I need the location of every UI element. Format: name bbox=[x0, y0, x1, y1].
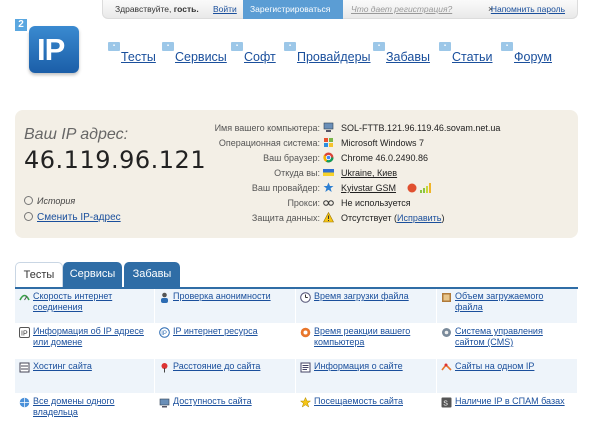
nav-item-forum[interactable]: ▪ Форум bbox=[501, 40, 552, 64]
star-icon bbox=[323, 182, 334, 192]
spam-icon: S bbox=[441, 397, 452, 408]
ip-info-icon: IP bbox=[19, 327, 30, 338]
ip-info-panel: Ваш IP адрес: 46.119.96.121 История Смен… bbox=[15, 110, 578, 238]
svg-text:IP: IP bbox=[21, 331, 28, 338]
site-info-icon bbox=[300, 362, 311, 373]
fix-link[interactable]: Исправить bbox=[397, 213, 441, 223]
login-link[interactable]: Войти bbox=[213, 4, 237, 14]
info-row-browser: Ваш браузер: Chrome 46.0.2490.86 bbox=[263, 152, 429, 163]
info-row-location: Откуда вы: Ukraine, Киев bbox=[274, 168, 398, 178]
service-item[interactable]: Хостинг сайта bbox=[15, 359, 155, 394]
logo-text: IP bbox=[37, 32, 65, 67]
svg-text:IP: IP bbox=[161, 331, 167, 337]
top-login-bar: Здравствуйте, гость. Войти Зарегистриров… bbox=[102, 0, 578, 19]
logo-badge: 2 bbox=[13, 17, 29, 33]
warning-icon bbox=[323, 212, 334, 223]
chrome-icon bbox=[323, 152, 334, 163]
anonymity-icon bbox=[161, 292, 168, 303]
hosting-icon bbox=[19, 362, 30, 373]
service-item[interactable]: Информация о сайте bbox=[296, 359, 437, 394]
windows-icon bbox=[324, 138, 333, 147]
providers-icon: ▪ bbox=[284, 42, 296, 51]
info-row-os: Операционная система: Microsoft Windows … bbox=[218, 138, 425, 148]
nav-item-services[interactable]: ▪ Сервисы bbox=[162, 40, 227, 64]
flag-icon bbox=[323, 169, 334, 176]
service-item[interactable]: Система управления сайтом (CMS) bbox=[437, 324, 578, 359]
service-item[interactable]: Время реакции вашего компьютера bbox=[296, 324, 437, 359]
nav-item-providers[interactable]: ▪ Провайдеры bbox=[284, 40, 371, 64]
file-size-icon bbox=[442, 293, 451, 302]
info-row-computer: Имя вашего компьютера: SOL-FTTB.121.96.1… bbox=[214, 122, 501, 133]
clock-icon bbox=[300, 292, 311, 303]
service-item[interactable]: Сайты на одном IP bbox=[437, 359, 578, 394]
service-item[interactable]: Расстояние до сайта bbox=[155, 359, 296, 394]
nav-item-articles[interactable]: ▪ Статьи bbox=[439, 40, 493, 64]
soft-icon: ▪ bbox=[231, 42, 243, 51]
domains-icon bbox=[19, 397, 30, 408]
service-item[interactable]: S Наличие IP в СПАМ базах bbox=[437, 394, 578, 429]
forum-icon: ▪ bbox=[501, 42, 513, 51]
service-item[interactable]: Скорость интернет соединения bbox=[15, 289, 155, 324]
svg-text:S: S bbox=[443, 400, 448, 407]
service-item[interactable]: Объем загружаемого файла bbox=[437, 289, 578, 324]
service-item[interactable]: Время загрузки файла bbox=[296, 289, 437, 324]
tab-tests[interactable]: Тесты bbox=[15, 262, 63, 288]
info-row-protection: Защита данных: Отсутствует (Исправить) bbox=[251, 212, 445, 223]
site-logo[interactable]: IP bbox=[29, 26, 79, 73]
greeting-text: Здравствуйте, гость. bbox=[115, 4, 199, 14]
tab-fun[interactable]: Забавы bbox=[124, 262, 180, 288]
pin-icon bbox=[161, 363, 168, 373]
nav-item-tests[interactable]: ▪ Тесты bbox=[108, 40, 156, 64]
availability-icon bbox=[159, 398, 170, 408]
services-grid: Скорость интернет соединения Проверка ан… bbox=[15, 289, 578, 430]
ip-resource-icon: IP bbox=[159, 327, 170, 338]
service-item[interactable]: Посещаемость сайта bbox=[296, 394, 437, 429]
computer-icon bbox=[323, 122, 334, 132]
guest-text: гость. bbox=[173, 4, 199, 14]
why-register-link[interactable]: Что дает регистрация? bbox=[351, 4, 452, 14]
remind-password-link[interactable]: Напомнить пароль bbox=[491, 4, 565, 14]
info-row-proxy: Прокси: Не используется bbox=[287, 198, 411, 208]
service-item[interactable]: IP Информация об IP адресе или домене bbox=[15, 324, 155, 359]
nav-item-fun[interactable]: ▪ Забавы bbox=[373, 40, 430, 64]
tests-icon: ▪ bbox=[108, 42, 120, 51]
same-ip-icon bbox=[441, 363, 452, 371]
articles-icon: ▪ bbox=[439, 42, 451, 51]
fun-icon: ▪ bbox=[373, 42, 385, 51]
protection-value: Отсутствует (Исправить) bbox=[341, 213, 445, 223]
services-icon: ▪ bbox=[162, 42, 174, 51]
info-row-provider: Ваш провайдер: Kyivstar GSM bbox=[15, 181, 578, 196]
tab-services[interactable]: Сервисы bbox=[63, 262, 122, 288]
service-item[interactable]: IP IP интернет ресурса bbox=[155, 324, 296, 359]
nav-item-soft[interactable]: ▪ Софт bbox=[231, 40, 276, 64]
cms-icon bbox=[442, 328, 451, 337]
service-item[interactable]: Доступность сайта bbox=[155, 394, 296, 429]
service-item[interactable]: Проверка анонимности bbox=[155, 289, 296, 324]
provider-info-icon[interactable] bbox=[407, 183, 417, 193]
register-button[interactable]: Зарегистрироваться bbox=[243, 0, 343, 19]
reaction-icon bbox=[300, 327, 311, 338]
glasses-icon bbox=[323, 200, 334, 206]
signal-bars-icon bbox=[420, 183, 431, 193]
traffic-icon bbox=[300, 397, 311, 408]
service-item[interactable]: Все домены одного владельца bbox=[15, 394, 155, 429]
speed-icon bbox=[19, 294, 30, 301]
